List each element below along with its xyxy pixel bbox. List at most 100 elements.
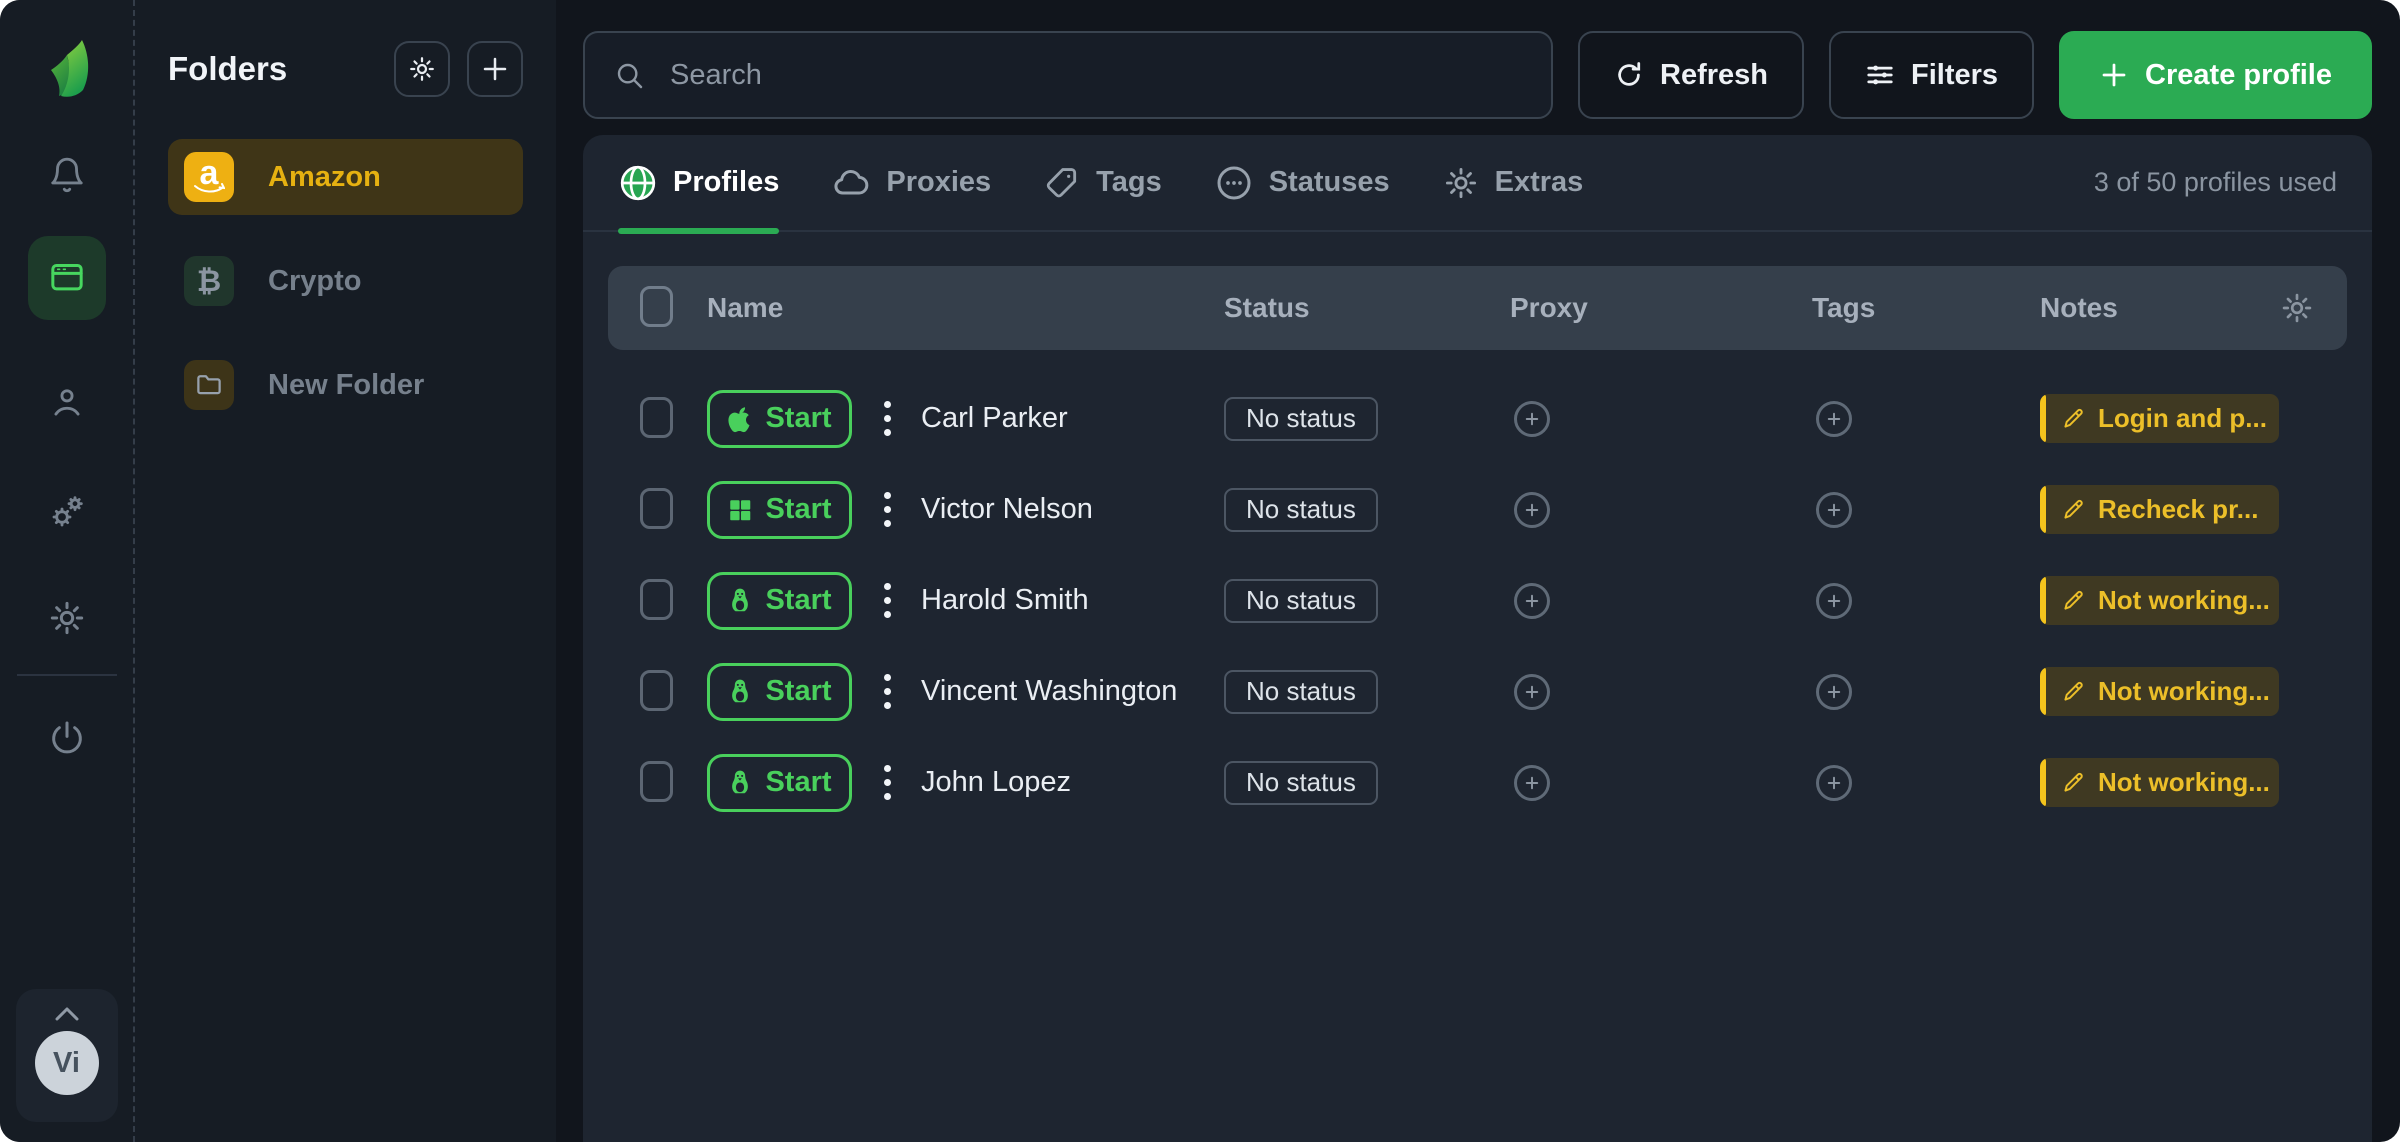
tabs-bar: Profiles Proxies (583, 135, 2372, 232)
search-input[interactable] (668, 58, 1523, 93)
tab-proxies[interactable]: Proxies (831, 134, 991, 231)
status-badge[interactable]: No status (1224, 761, 1378, 805)
add-folder-button[interactable] (467, 41, 523, 97)
note-badge[interactable]: Not working... (2040, 758, 2279, 807)
row-checkbox[interactable] (640, 488, 673, 529)
filters-sliders-icon (1865, 60, 1895, 90)
add-tag-icon[interactable] (1816, 492, 1852, 528)
profile-name: Harold Smith (921, 584, 1089, 617)
column-header-notes[interactable]: Notes (2040, 292, 2279, 324)
sidebar-item-profiles[interactable] (28, 236, 106, 320)
add-proxy-icon[interactable] (1514, 583, 1550, 619)
row-checkbox[interactable] (640, 579, 673, 620)
start-profile-button[interactable]: Start (707, 663, 852, 721)
add-proxy-icon[interactable] (1514, 492, 1550, 528)
add-tag-icon[interactable] (1816, 401, 1852, 437)
column-header-status[interactable]: Status (1224, 292, 1510, 324)
icon-rail: Vi (0, 0, 135, 1142)
profile-name: Carl Parker (921, 402, 1068, 435)
windows-icon (727, 497, 753, 523)
filters-button[interactable]: Filters (1829, 31, 2034, 119)
row-menu-kebab-icon[interactable] (880, 670, 895, 713)
pencil-icon (2060, 406, 2086, 432)
note-badge[interactable]: Recheck pr... (2040, 485, 2279, 534)
table-settings-gear-icon[interactable] (2279, 290, 2315, 326)
logout-power-icon[interactable] (47, 718, 87, 758)
bitcoin-icon: ₿ (184, 256, 234, 306)
refresh-button[interactable]: Refresh (1578, 31, 1804, 119)
pencil-icon (2060, 497, 2086, 523)
add-tag-icon[interactable] (1816, 765, 1852, 801)
table-row: Start Vincent Washington No status (608, 661, 2347, 722)
add-proxy-icon[interactable] (1514, 401, 1550, 437)
row-menu-kebab-icon[interactable] (880, 761, 895, 804)
row-checkbox[interactable] (640, 761, 673, 802)
pencil-icon (2060, 679, 2086, 705)
row-checkbox[interactable] (640, 397, 673, 438)
folders-settings-button[interactable] (394, 41, 450, 97)
table-header: Name Status Proxy Tags Notes (608, 266, 2347, 350)
note-text: Not working... (2098, 585, 2269, 616)
add-proxy-icon[interactable] (1514, 765, 1550, 801)
row-checkbox[interactable] (640, 670, 673, 711)
linux-penguin-icon (727, 678, 753, 706)
gear-icon (1442, 164, 1480, 202)
status-badge[interactable]: No status (1224, 670, 1378, 714)
tab-tags[interactable]: Tags (1043, 134, 1162, 231)
add-tag-icon[interactable] (1816, 674, 1852, 710)
status-badge[interactable]: No status (1224, 579, 1378, 623)
status-badge[interactable]: No status (1224, 488, 1378, 532)
add-tag-icon[interactable] (1816, 583, 1852, 619)
column-header-proxy[interactable]: Proxy (1510, 292, 1812, 324)
app-window: Vi Folders (0, 0, 2400, 1142)
start-profile-button[interactable]: Start (707, 390, 852, 448)
macos-apple-icon (727, 404, 753, 434)
notifications-bell-icon[interactable] (48, 156, 86, 194)
folder-item-crypto[interactable]: ₿ Crypto (168, 243, 523, 319)
tag-icon (1043, 164, 1081, 202)
create-profile-button[interactable]: Create profile (2059, 31, 2372, 119)
row-menu-kebab-icon[interactable] (880, 397, 895, 440)
column-header-name[interactable]: Name (707, 292, 1224, 324)
folder-item-new-folder[interactable]: New Folder (168, 347, 523, 423)
search-icon (613, 59, 645, 91)
note-text: Not working... (2098, 676, 2269, 707)
column-header-tags[interactable]: Tags (1812, 292, 2040, 324)
sidebar-item-settings[interactable] (47, 598, 87, 638)
avatar[interactable]: Vi (35, 1031, 99, 1095)
add-proxy-icon[interactable] (1514, 674, 1550, 710)
folder-label: Crypto (268, 265, 361, 298)
profiles-card: Profiles Proxies (583, 135, 2372, 1142)
table-row: Start Carl Parker No status (608, 388, 2347, 449)
tab-statuses[interactable]: Statuses (1214, 134, 1390, 231)
sidebar-item-automation[interactable] (47, 492, 87, 532)
folder-label: New Folder (268, 369, 424, 402)
chevron-up-icon (52, 1005, 82, 1023)
tab-extras[interactable]: Extras (1442, 134, 1584, 231)
note-badge[interactable]: Login and p... (2040, 394, 2279, 443)
folders-panel: Folders a (135, 0, 556, 1142)
profile-name: Victor Nelson (921, 493, 1093, 526)
topbar: Refresh Filters Create (583, 31, 2372, 119)
tab-profiles[interactable]: Profiles (618, 134, 779, 231)
start-profile-button[interactable]: Start (707, 754, 852, 812)
select-all-checkbox[interactable] (640, 286, 673, 327)
profile-name: John Lopez (921, 766, 1071, 799)
start-profile-button[interactable]: Start (707, 572, 852, 630)
status-badge[interactable]: No status (1224, 397, 1378, 441)
row-menu-kebab-icon[interactable] (880, 488, 895, 531)
note-badge[interactable]: Not working... (2040, 576, 2279, 625)
table-row: Start John Lopez No status (608, 752, 2347, 813)
start-profile-button[interactable]: Start (707, 481, 852, 539)
plus-icon (2099, 60, 2129, 90)
row-menu-kebab-icon[interactable] (880, 579, 895, 622)
user-menu[interactable]: Vi (16, 989, 118, 1122)
note-accent-bar (2040, 667, 2046, 716)
profile-name: Vincent Washington (921, 675, 1177, 708)
refresh-icon (1614, 60, 1644, 90)
sidebar-item-account[interactable] (48, 384, 86, 422)
folders-title: Folders (168, 50, 377, 88)
search-bar[interactable] (583, 31, 1553, 119)
folder-item-amazon[interactable]: a Amazon (168, 139, 523, 215)
note-badge[interactable]: Not working... (2040, 667, 2279, 716)
